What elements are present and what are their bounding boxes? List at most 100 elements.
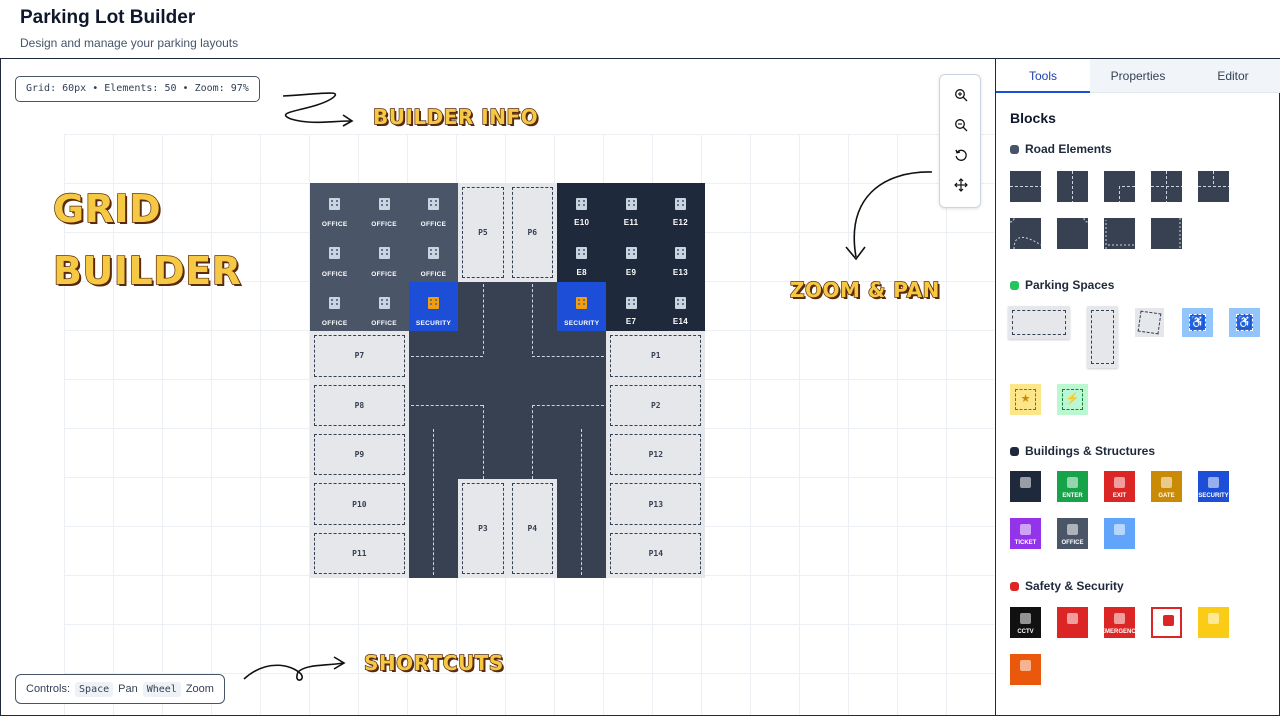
gate-tile[interactable]: GATE bbox=[1151, 471, 1182, 502]
parking-space[interactable]: P7 bbox=[310, 331, 409, 381]
ticket-icon bbox=[1020, 524, 1031, 535]
parking-space-vertical-tile[interactable] bbox=[1087, 306, 1118, 368]
zoom-out-button[interactable] bbox=[951, 115, 971, 135]
key-space-action: Pan bbox=[118, 683, 138, 695]
enter-tile[interactable]: ENTER bbox=[1057, 471, 1088, 502]
office-label: OFFICE bbox=[371, 320, 397, 328]
office-building[interactable]: OFFICE bbox=[359, 232, 409, 282]
building-tile[interactable] bbox=[1010, 471, 1041, 502]
cctv-tile[interactable]: CCTV bbox=[1010, 607, 1041, 638]
guard-house-icon bbox=[1208, 477, 1219, 488]
employee-building[interactable]: E11 bbox=[606, 183, 656, 233]
employee-building[interactable]: E13 bbox=[655, 232, 706, 282]
light-bulb-tile[interactable] bbox=[1198, 607, 1229, 638]
road-marking bbox=[532, 284, 533, 354]
annotation-builder: BUILDER bbox=[52, 248, 242, 293]
road-curve-tile[interactable] bbox=[1057, 218, 1088, 249]
parking-space[interactable]: P9 bbox=[310, 430, 409, 480]
road-straight-vertical-tile[interactable] bbox=[1057, 171, 1088, 202]
parking-space-label: P12 bbox=[610, 434, 702, 476]
annotation-zoom-pan: ZOOM & PAN bbox=[789, 277, 940, 302]
employee-building[interactable]: E8 bbox=[557, 232, 607, 282]
building-icon bbox=[674, 296, 686, 309]
office-building[interactable]: OFFICE bbox=[310, 232, 360, 282]
employee-building[interactable]: E14 bbox=[655, 281, 706, 332]
office-label: OFFICE bbox=[371, 270, 397, 278]
parking-space[interactable]: P8 bbox=[310, 380, 409, 430]
security-building[interactable]: SECURITY bbox=[557, 281, 607, 332]
parking-space[interactable]: P10 bbox=[310, 479, 409, 529]
road-marking-icon bbox=[1010, 218, 1041, 249]
fire-extinguisher-tile[interactable] bbox=[1057, 607, 1088, 638]
office-tile[interactable]: OFFICE bbox=[1057, 518, 1088, 549]
parking-space[interactable]: P5 bbox=[458, 183, 508, 282]
phone-tile[interactable] bbox=[1010, 654, 1041, 685]
security-tile[interactable]: SECURITY bbox=[1198, 471, 1229, 502]
office-label: OFFICE bbox=[420, 221, 447, 229]
parking-space-label: P7 bbox=[314, 335, 405, 377]
road-straight-horizontal-tile[interactable] bbox=[1010, 171, 1041, 202]
building-icon bbox=[378, 296, 390, 309]
category-dot bbox=[1010, 581, 1019, 591]
ticket-tile[interactable]: TICKET bbox=[1010, 518, 1041, 549]
space-outline bbox=[1012, 310, 1066, 335]
road-corner-tile[interactable] bbox=[1104, 171, 1135, 202]
app-title: Parking Lot Builder bbox=[20, 7, 196, 28]
parking-space[interactable]: P14 bbox=[606, 528, 706, 579]
parking-space[interactable]: P13 bbox=[606, 479, 706, 529]
parking-space[interactable]: P12 bbox=[606, 430, 706, 480]
workspace: Grid: 60px • Elements: 50 • Zoom: 97% BU… bbox=[0, 58, 1280, 716]
road-marking bbox=[411, 356, 483, 357]
vip-space-tile[interactable]: ★ bbox=[1010, 384, 1041, 415]
parking-space[interactable]: P1 bbox=[606, 331, 706, 381]
accessible-van-space-tile[interactable]: ♿ bbox=[1229, 308, 1260, 337]
employee-building[interactable]: E9 bbox=[606, 232, 656, 282]
employee-building[interactable]: E10 bbox=[557, 183, 607, 233]
road-marking-icon bbox=[1151, 171, 1182, 202]
star-icon: ★ bbox=[1015, 389, 1036, 410]
tab-properties[interactable]: Properties bbox=[1090, 59, 1186, 93]
parking-space-angled-tile[interactable] bbox=[1135, 308, 1164, 337]
road-curve-tile[interactable] bbox=[1104, 218, 1135, 249]
category-dot bbox=[1010, 280, 1019, 290]
siren-tile[interactable] bbox=[1151, 607, 1182, 638]
accessible-space-tile[interactable]: ♿ bbox=[1182, 308, 1213, 337]
restroom-tile[interactable] bbox=[1104, 518, 1135, 549]
zoom-in-button[interactable] bbox=[951, 85, 971, 105]
road-curve-tile[interactable] bbox=[1010, 218, 1041, 249]
office-building[interactable]: OFFICE bbox=[408, 183, 459, 233]
road-intersection-tile[interactable] bbox=[1151, 171, 1182, 202]
employee-building-label: E7 bbox=[625, 317, 637, 327]
office-building[interactable]: OFFICE bbox=[408, 232, 459, 282]
builder-canvas[interactable]: Grid: 60px • Elements: 50 • Zoom: 97% BU… bbox=[1, 59, 994, 715]
office-building[interactable]: OFFICE bbox=[310, 183, 360, 233]
parking-space[interactable]: P2 bbox=[606, 380, 706, 430]
pan-button[interactable] bbox=[951, 175, 971, 195]
office-building[interactable]: OFFICE bbox=[359, 183, 409, 233]
tile-label: GATE bbox=[1158, 493, 1175, 499]
ev-charging-space-tile[interactable]: ⚡ bbox=[1057, 384, 1088, 415]
emergency-tile[interactable]: EMERGENCY bbox=[1104, 607, 1135, 638]
reset-view-button[interactable] bbox=[951, 145, 971, 165]
employee-building[interactable]: E7 bbox=[606, 281, 656, 332]
parking-space-horizontal-tile[interactable] bbox=[1008, 306, 1070, 339]
parking-space[interactable]: P3 bbox=[458, 479, 508, 579]
road-t-junction-tile[interactable] bbox=[1198, 171, 1229, 202]
building-icon bbox=[427, 247, 439, 260]
parking-space[interactable]: P11 bbox=[310, 528, 409, 579]
exit-tile[interactable]: EXIT bbox=[1104, 471, 1135, 502]
building-icon bbox=[329, 247, 341, 260]
road-marking-icon bbox=[1105, 220, 1135, 249]
office-building[interactable]: OFFICE bbox=[310, 281, 360, 332]
employee-building-label: E8 bbox=[576, 267, 587, 277]
annotation-shortcuts: SHORTCUTS bbox=[363, 650, 504, 675]
security-building[interactable]: SECURITY bbox=[408, 281, 459, 332]
road-curve-tile[interactable] bbox=[1151, 218, 1182, 249]
parking-space[interactable]: P4 bbox=[507, 479, 557, 579]
office-building[interactable]: OFFICE bbox=[359, 281, 409, 332]
tab-editor[interactable]: Editor bbox=[1186, 59, 1280, 93]
parking-space[interactable]: P6 bbox=[507, 183, 557, 282]
employee-building[interactable]: E12 bbox=[655, 183, 706, 233]
tab-tools[interactable]: Tools bbox=[996, 59, 1090, 93]
building-icon bbox=[625, 296, 637, 309]
